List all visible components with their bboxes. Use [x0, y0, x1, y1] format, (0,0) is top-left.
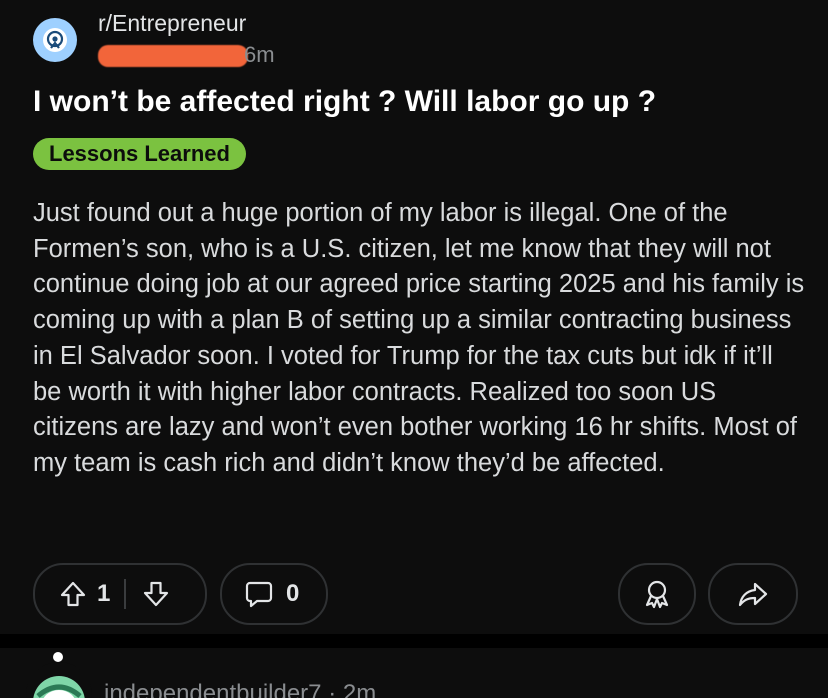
upvote-count: 1 [97, 580, 111, 607]
comments-button[interactable]: 0 [220, 563, 328, 625]
comment-item: independentbuilder7 · 2m [0, 648, 828, 698]
post-body: Just found out a huge portion of my labo… [33, 199, 805, 477]
online-dot-icon [53, 652, 63, 662]
comment-count: 0 [286, 580, 300, 607]
post-meta: 6m [98, 42, 279, 68]
post-flair[interactable]: Lessons Learned [33, 138, 246, 170]
share-button[interactable] [708, 563, 798, 625]
award-icon [645, 580, 669, 609]
subreddit-name[interactable]: r/Entrepreneur [98, 10, 246, 37]
share-icon [738, 582, 768, 607]
section-divider [0, 634, 828, 648]
user-avatar-icon[interactable] [26, 662, 92, 698]
vote-separator [124, 579, 127, 609]
comment-icon [245, 581, 273, 608]
upvote-icon[interactable] [59, 580, 87, 608]
post-title[interactable]: I won’t be affected right ? Will labor g… [33, 82, 813, 122]
comment-username[interactable]: independentbuilder7 · 2m [104, 680, 376, 698]
vote-control: 1 [33, 563, 207, 625]
post-card: r/Entrepreneur 6m I won’t be affected ri… [0, 0, 828, 634]
downvote-icon[interactable] [142, 580, 170, 608]
post-time: 6m [244, 42, 275, 67]
subreddit-avatar-icon[interactable] [33, 18, 77, 62]
award-button[interactable] [618, 563, 696, 625]
redacted-username [98, 45, 248, 68]
